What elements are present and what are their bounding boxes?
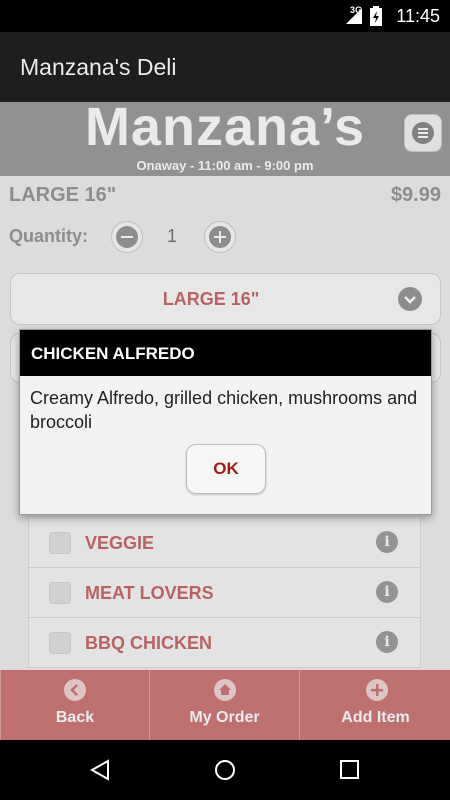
- clock: 11:45: [396, 6, 440, 26]
- dialog-description: Creamy Alfredo, grilled chicken, mushroo…: [30, 388, 418, 432]
- nav-recents-icon[interactable]: [339, 759, 361, 781]
- item-info-dialog: CHICKEN ALFREDO Creamy Alfredo, grilled …: [19, 329, 432, 515]
- system-nav-bar: [0, 740, 450, 800]
- nav-home-icon[interactable]: [213, 758, 237, 782]
- ok-label: OK: [213, 459, 239, 478]
- signal-icon: [346, 8, 362, 24]
- dialog-header: CHICKEN ALFREDO: [20, 330, 431, 376]
- status-bar: 3G 11:45: [0, 0, 450, 32]
- nav-back-icon[interactable]: [88, 758, 112, 782]
- dialog-title: CHICKEN ALFREDO: [31, 344, 195, 363]
- battery-icon: [370, 6, 382, 26]
- ok-button[interactable]: OK: [186, 444, 266, 494]
